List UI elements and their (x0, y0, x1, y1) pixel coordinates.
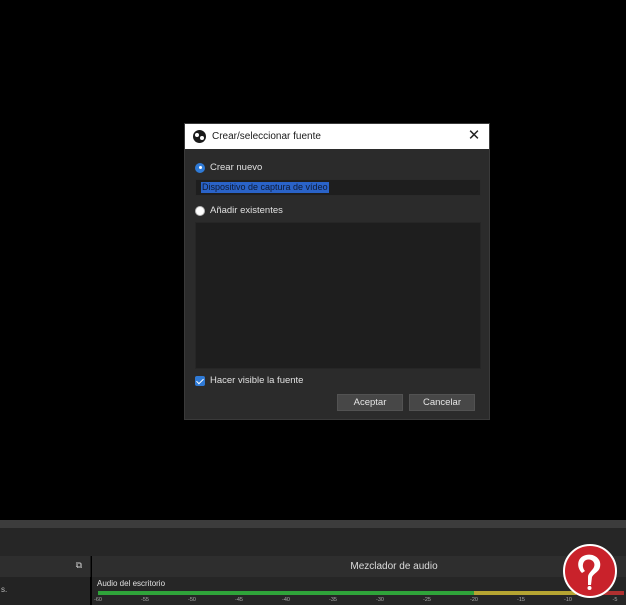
left-dock-text: s. (1, 585, 8, 594)
left-dock-body: s. (0, 577, 90, 605)
existing-sources-list[interactable] (195, 222, 481, 369)
close-icon[interactable]: ✕ (466, 128, 482, 144)
dock-separator[interactable] (0, 520, 626, 528)
meter-tick-label: -10 (564, 597, 572, 603)
meter-tick-label: -5 (612, 597, 618, 603)
create-new-radio[interactable] (195, 162, 205, 173)
meter-green-segment (98, 591, 474, 595)
audio-mixer-body: Audio del escritorio -60 -55 -50 -45 -40 -35-… (92, 577, 626, 605)
meter-tick-label: -30 (376, 597, 384, 603)
accept-button[interactable]: Aceptar (337, 394, 403, 411)
meter-tick-label: -40 (282, 597, 290, 603)
meter-scale: -60 -55 -50 -45 -40 -35 -30 -25 -20 -15 -10 -5 (94, 597, 624, 605)
create-new-label: Crear nuevo (210, 162, 263, 173)
left-dock-header: ⧉ (0, 556, 91, 577)
desktop-audio-label: Audio del escritorio (97, 579, 166, 588)
make-visible-label: Hacer visible la fuente (210, 375, 304, 386)
dialog-titlebar: Crear/seleccionar fuente ✕ (185, 124, 489, 149)
make-visible-checkbox[interactable] (195, 375, 205, 386)
volume-meter (98, 591, 624, 595)
create-select-source-dialog: Crear/seleccionar fuente ✕ Crear nuevo D… (184, 123, 490, 420)
meter-tick-label: -60 (94, 597, 102, 603)
meter-tick-label: -20 (470, 597, 478, 603)
add-existing-option[interactable]: Añadir existentes (195, 205, 283, 216)
obs-logo-icon (193, 130, 206, 143)
meter-tick-label: -35 (329, 597, 337, 603)
source-name-input[interactable]: Dispositivo de captura de vídeo (195, 179, 481, 196)
dialog-title: Crear/seleccionar fuente (212, 131, 321, 142)
add-existing-radio[interactable] (195, 205, 205, 216)
create-new-option[interactable]: Crear nuevo (195, 162, 262, 173)
meter-tick-label: -25 (423, 597, 431, 603)
source-name-value: Dispositivo de captura de vídeo (201, 182, 329, 193)
meter-tick-label: -55 (141, 597, 149, 603)
meter-tick-label: -50 (188, 597, 196, 603)
audio-mixer-title: Mezclador de audio (350, 561, 438, 572)
meter-tick-label: -45 (235, 597, 243, 603)
meter-yellow-segment (474, 591, 576, 595)
make-visible-option[interactable]: Hacer visible la fuente (195, 375, 303, 386)
dock-float-icon[interactable]: ⧉ (76, 560, 82, 571)
dock-area (0, 528, 626, 556)
meter-tick-label: -15 (517, 597, 525, 603)
cancel-button[interactable]: Cancelar (409, 394, 475, 411)
add-existing-label: Añadir existentes (210, 205, 283, 216)
brand-logo-icon (563, 544, 617, 598)
audio-mixer-header: Mezclador de audio (92, 556, 626, 577)
